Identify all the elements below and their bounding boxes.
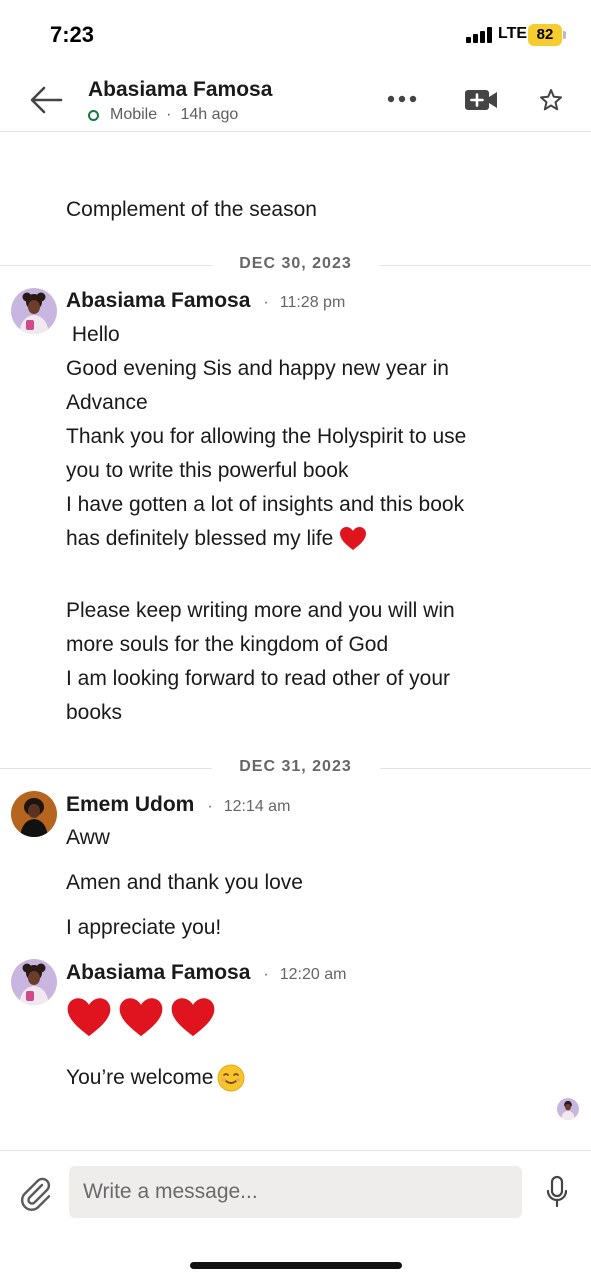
time-separator: · [263, 294, 269, 311]
network-label: LTE [498, 25, 528, 42]
back-arrow-icon [30, 86, 63, 114]
paperclip-icon [20, 1177, 51, 1211]
message-time: 12:14 am [223, 798, 291, 815]
time-separator: · [207, 798, 213, 815]
voice-message-button[interactable] [545, 1175, 569, 1209]
last-seen: 14h ago [180, 106, 239, 123]
sender-line: Emem Udom · 12:14 am [66, 793, 290, 817]
star-button[interactable] [538, 87, 564, 113]
video-call-button[interactable] [464, 88, 498, 112]
presence-label: Mobile [110, 106, 158, 123]
star-icon [540, 89, 562, 111]
date-divider-label: DEC 31, 2023 [239, 758, 352, 775]
emoji-message [66, 996, 216, 1040]
time-separator: · [263, 966, 269, 983]
sender-line: Abasiama Famosa · 11:28 pm [66, 289, 345, 313]
microphone-icon [546, 1175, 568, 1208]
message-row: You’re welcome [66, 1061, 245, 1095]
sender-name[interactable]: Abasiama Famosa [66, 961, 250, 985]
sender-name[interactable]: Emem Udom [66, 793, 194, 817]
heart-icon [119, 998, 163, 1037]
back-button[interactable] [26, 82, 66, 118]
presence-status: Mobile · 14h ago [88, 106, 238, 124]
heart-icon [171, 998, 215, 1037]
avatar[interactable] [11, 288, 57, 334]
more-icon [387, 95, 417, 103]
message-text: Complement of the season [66, 198, 317, 221]
date-divider: DEC 31, 2023 [0, 758, 591, 778]
battery-icon: 82 [528, 24, 562, 46]
message-input[interactable] [69, 1166, 522, 1218]
read-receipt-avatar [557, 1098, 579, 1120]
message-time: 11:28 pm [279, 294, 346, 311]
smiling-face-icon [217, 1064, 245, 1092]
sender-name[interactable]: Abasiama Famosa [66, 289, 250, 313]
home-indicator [190, 1262, 402, 1269]
signal-icon [466, 27, 494, 43]
online-status-icon [88, 109, 99, 121]
avatar-image [11, 959, 57, 1005]
chat-header: Abasiama Famosa Mobile · 14h ago [0, 70, 591, 132]
presence-separator: · [166, 106, 172, 123]
video-call-icon [465, 90, 497, 110]
heart-icon [67, 998, 111, 1037]
avatar-image [11, 791, 57, 837]
message-text: Hello Good evening Sis and happy new yea… [66, 323, 467, 550]
message-text: Amen and thank you love [66, 871, 303, 894]
avatar[interactable] [11, 959, 57, 1005]
attach-button[interactable] [18, 1175, 52, 1211]
battery-tip [563, 31, 566, 39]
message-text: You’re welcome [66, 1066, 214, 1089]
avatar-image [11, 288, 57, 334]
more-options-button[interactable] [384, 88, 422, 110]
avatar[interactable] [11, 791, 57, 837]
contact-name[interactable]: Abasiama Famosa [88, 78, 272, 102]
date-divider: DEC 30, 2023 [0, 255, 591, 275]
status-bar: 7:23 LTE 82 [0, 0, 591, 70]
heart-icon [340, 527, 367, 551]
message-text: Aww [66, 826, 110, 849]
date-divider-label: DEC 30, 2023 [239, 255, 352, 272]
message-text: I appreciate you! [66, 916, 222, 939]
sender-line: Abasiama Famosa · 12:20 am [66, 961, 346, 985]
message-text: Please keep writing more and you will wi… [66, 599, 455, 724]
message-body: Hello Good evening Sis and happy new yea… [66, 318, 566, 556]
message-time: 12:20 am [279, 966, 347, 983]
message-composer [0, 1150, 591, 1280]
status-time: 7:23 [50, 22, 95, 47]
